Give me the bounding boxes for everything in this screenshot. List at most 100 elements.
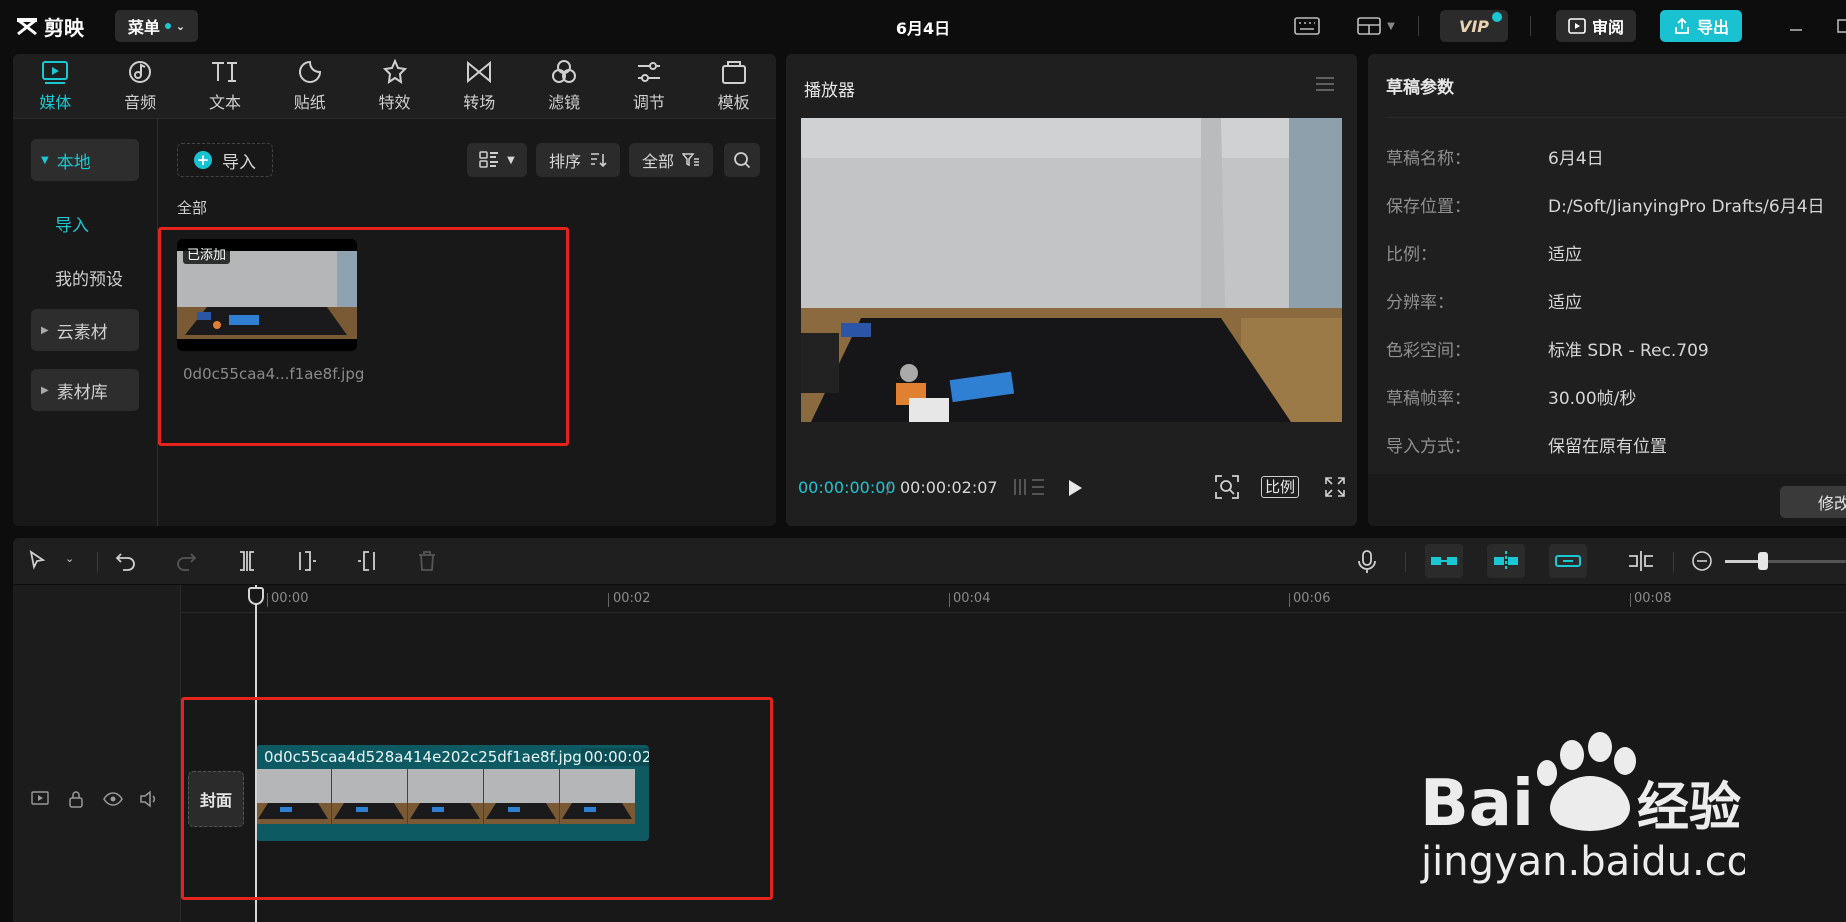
sidebar-item-import[interactable]: 导入 bbox=[55, 211, 89, 236]
hamburger-menu-icon[interactable] bbox=[1315, 76, 1335, 96]
prop-row-name: 草稿名称： 6月4日 bbox=[1386, 144, 1604, 169]
ruler-label: 00:06 bbox=[1293, 591, 1331, 606]
timeline-ruler[interactable]: 00:00 00:02 00:04 00:06 00:08 bbox=[181, 585, 1846, 613]
fullscreen-icon[interactable] bbox=[1324, 476, 1346, 502]
filter-button[interactable]: 全部 bbox=[629, 143, 713, 177]
sticker-icon bbox=[298, 60, 321, 83]
media-icon bbox=[42, 61, 69, 84]
link-icon bbox=[1555, 555, 1581, 567]
auto-snap-toggle[interactable] bbox=[1487, 544, 1525, 578]
vip-button[interactable]: VIP bbox=[1440, 10, 1508, 42]
modify-button[interactable]: 修改 bbox=[1780, 486, 1846, 518]
app-name: 剪映 bbox=[44, 16, 84, 40]
layout-icon[interactable]: ▼ bbox=[1356, 14, 1396, 38]
tab-adjust[interactable]: 调节 bbox=[606, 54, 691, 118]
preview-axis-icon[interactable] bbox=[1627, 550, 1655, 576]
app-logo: 剪映 bbox=[16, 12, 84, 41]
volume-icon[interactable] bbox=[139, 790, 159, 812]
prop-key: 草稿名称： bbox=[1386, 149, 1471, 169]
template-icon bbox=[721, 61, 746, 84]
prop-row-resolution: 分辨率： 适应 bbox=[1386, 288, 1582, 313]
tab-template[interactable]: 模板 bbox=[691, 54, 776, 118]
sidebar-item-label: 本地 bbox=[56, 152, 91, 173]
tab-audio[interactable]: 音频 bbox=[98, 54, 183, 118]
view-mode-button[interactable]: ▼ bbox=[467, 143, 527, 177]
maximize-icon[interactable] bbox=[1830, 14, 1846, 38]
review-icon bbox=[1568, 18, 1586, 34]
zoom-slider[interactable] bbox=[1725, 552, 1846, 570]
track-headers bbox=[13, 585, 181, 922]
sidebar-item-presets[interactable]: 我的预设 bbox=[55, 265, 123, 290]
shortcut-keyboard-icon[interactable] bbox=[1293, 14, 1321, 38]
ratio-button[interactable]: 比例 bbox=[1261, 476, 1300, 498]
tab-effects[interactable]: 特效 bbox=[352, 54, 437, 118]
sidebar-item-cloud[interactable]: ▶ 云素材 bbox=[31, 309, 139, 351]
ruler-label: 00:04 bbox=[953, 591, 991, 606]
video-preview bbox=[801, 118, 1342, 422]
magnet-link-icon bbox=[1431, 557, 1457, 565]
frame-list-icon[interactable] bbox=[1012, 476, 1046, 502]
microphone-icon[interactable] bbox=[1357, 550, 1377, 578]
tab-media[interactable]: 媒体 bbox=[13, 54, 98, 118]
sort-button[interactable]: 排序 bbox=[536, 143, 620, 177]
tab-label: 调节 bbox=[632, 93, 665, 112]
linkage-toggle[interactable] bbox=[1549, 544, 1587, 578]
sidebar-item-local[interactable]: ▼ 本地 bbox=[31, 139, 139, 181]
tab-sticker[interactable]: 贴纸 bbox=[267, 54, 352, 118]
zoom-fit-icon[interactable] bbox=[1214, 474, 1240, 504]
export-button[interactable]: 导出 bbox=[1660, 10, 1742, 42]
caret-down-icon: ▼ bbox=[41, 154, 49, 166]
prop-key: 保存位置： bbox=[1386, 197, 1471, 217]
eye-icon[interactable] bbox=[103, 790, 123, 812]
tab-label: 贴纸 bbox=[293, 93, 326, 112]
split-icon[interactable] bbox=[237, 550, 257, 576]
text-icon bbox=[211, 62, 237, 82]
import-button[interactable]: + 导入 bbox=[177, 143, 273, 177]
tab-label: 媒体 bbox=[39, 93, 72, 112]
ruler-major-tick bbox=[608, 593, 609, 607]
minimize-icon[interactable] bbox=[1782, 14, 1810, 38]
zoom-out-icon[interactable] bbox=[1691, 550, 1713, 576]
redo-icon[interactable] bbox=[175, 550, 197, 576]
review-button[interactable]: 审阅 bbox=[1556, 10, 1636, 42]
prop-value: 30.00帧/秒 bbox=[1548, 389, 1637, 409]
section-label: 全部 bbox=[177, 199, 208, 217]
select-cursor-icon[interactable] bbox=[27, 550, 49, 576]
zoom-slider-handle[interactable] bbox=[1758, 552, 1768, 570]
sidebar-item-label: 素材库 bbox=[56, 382, 108, 403]
trim-left-icon[interactable] bbox=[297, 550, 317, 576]
highlight-box-timeline bbox=[181, 697, 773, 900]
player-title: 播放器 bbox=[804, 81, 855, 101]
time-separator: / bbox=[886, 478, 892, 497]
prop-value: 保留在原有位置 bbox=[1548, 437, 1667, 457]
filter-label: 全部 bbox=[641, 152, 674, 171]
undo-icon[interactable] bbox=[115, 550, 137, 576]
filter-funnel-icon bbox=[682, 153, 699, 167]
prop-key: 导入方式： bbox=[1386, 437, 1471, 457]
main-track-magnet-toggle[interactable] bbox=[1425, 544, 1463, 578]
menu-button[interactable]: 菜单 ⌄ bbox=[115, 10, 198, 42]
video-frame-image bbox=[801, 118, 1342, 422]
playhead-handle[interactable] bbox=[248, 587, 264, 605]
media-sidebar: ▼ 本地 导入 我的预设 ▶ 云素材 ▶ 素材库 bbox=[13, 119, 158, 526]
tab-transition[interactable]: 转场 bbox=[437, 54, 522, 118]
tab-text[interactable]: 文本 bbox=[183, 54, 268, 118]
toolbar-divider bbox=[1530, 16, 1531, 36]
chevron-down-icon[interactable]: ⌄ bbox=[65, 552, 74, 565]
total-time: 00:00:02:07 bbox=[900, 478, 998, 497]
play-icon[interactable] bbox=[1066, 478, 1084, 502]
lock-icon[interactable] bbox=[67, 790, 85, 812]
trim-right-icon[interactable] bbox=[357, 550, 377, 576]
search-button[interactable] bbox=[724, 143, 760, 177]
delete-icon[interactable] bbox=[417, 550, 437, 576]
prop-row-framerate: 草稿帧率： 30.00帧/秒 bbox=[1386, 384, 1636, 409]
prop-value: 标准 SDR - Rec.709 bbox=[1548, 341, 1709, 361]
media-tab-bar: 媒体 音频 文本 贴纸 特效 转场 滤镜 调节 模板 bbox=[13, 54, 776, 118]
tab-filter[interactable]: 滤镜 bbox=[522, 54, 607, 118]
draft-params-title: 草稿参数 bbox=[1386, 54, 1846, 118]
import-label: 导入 bbox=[222, 152, 256, 173]
capcut-logo-icon bbox=[17, 17, 37, 35]
sidebar-item-library[interactable]: ▶ 素材库 bbox=[31, 369, 139, 411]
prop-row-ratio: 比例： 适应 bbox=[1386, 240, 1582, 265]
vip-label: VIP bbox=[1458, 16, 1490, 36]
